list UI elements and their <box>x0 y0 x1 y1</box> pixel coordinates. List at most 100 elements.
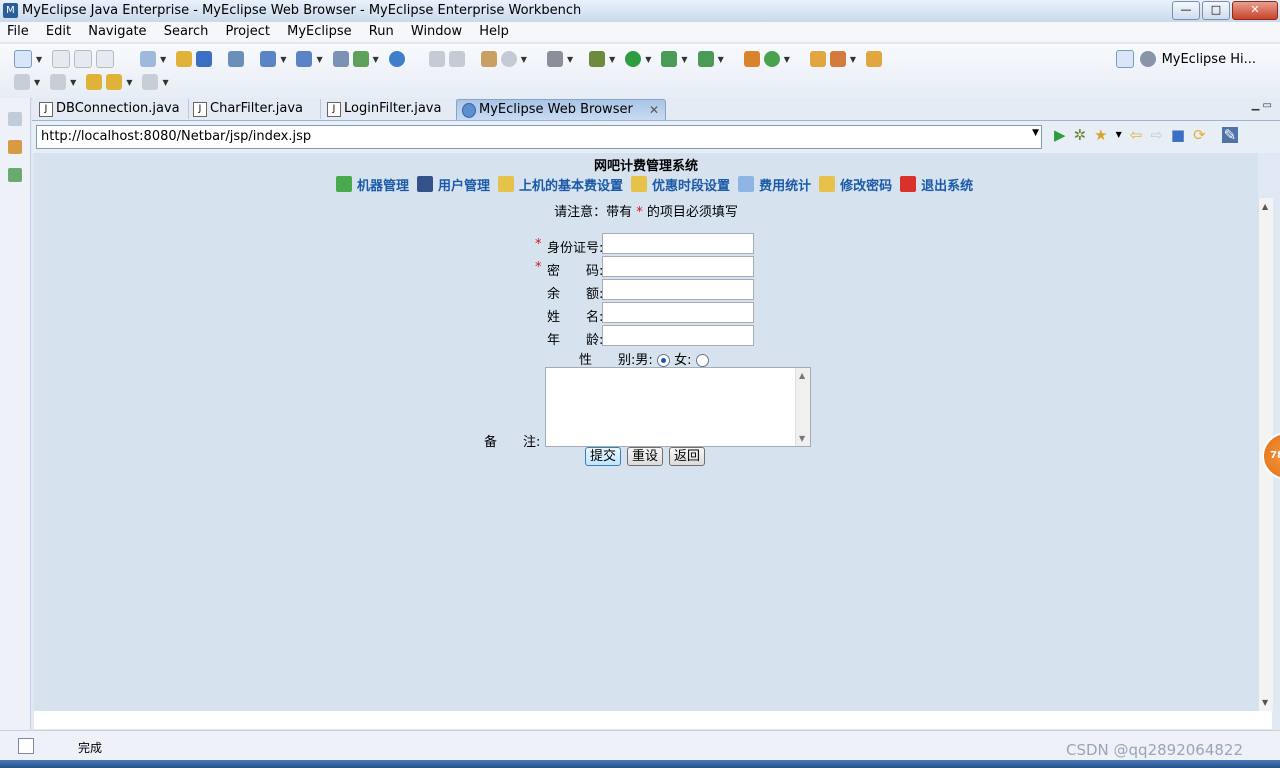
chevron-down-icon[interactable]: ▼ <box>681 55 687 64</box>
stop-icon[interactable]: ■ <box>1171 127 1185 143</box>
profile-icon[interactable] <box>697 51 714 67</box>
male-radio[interactable] <box>656 354 670 367</box>
nav-machine-management[interactable]: 机器管理 <box>357 175 409 194</box>
chevron-down-icon[interactable]: ▼ <box>280 55 286 64</box>
maximize-button[interactable]: □ <box>1202 1 1230 20</box>
cut-icon[interactable] <box>428 51 445 67</box>
scroll-up-icon[interactable]: ▲ <box>799 371 805 380</box>
package-explorer-icon[interactable] <box>8 140 22 154</box>
url-dropdown-icon[interactable]: ▼ <box>1032 128 1039 138</box>
server-icon[interactable] <box>196 51 213 67</box>
export-icon[interactable] <box>352 51 369 67</box>
task-icon[interactable] <box>480 51 497 67</box>
connect-icon[interactable] <box>332 51 349 67</box>
chevron-down-icon[interactable]: ▼ <box>609 55 615 64</box>
new-icon[interactable] <box>14 50 32 68</box>
new-web-project-icon[interactable] <box>140 51 157 67</box>
reset-button[interactable]: 重设 <box>627 447 664 466</box>
password-input[interactable] <box>602 256 754 277</box>
chevron-down-icon[interactable]: ▼ <box>1116 127 1122 143</box>
chevron-down-icon[interactable]: ▼ <box>126 78 132 87</box>
open-perspective-icon[interactable] <box>1115 50 1134 68</box>
back-icon[interactable]: ⇦ <box>1130 127 1143 143</box>
chevron-down-icon[interactable]: ▼ <box>850 55 856 64</box>
globe-icon[interactable] <box>388 51 405 67</box>
age-input[interactable] <box>602 325 754 346</box>
wizard-icon[interactable] <box>260 51 277 67</box>
save-all-icon[interactable] <box>74 50 93 68</box>
chevron-down-icon[interactable]: ▼ <box>160 55 166 64</box>
target-icon[interactable] <box>500 51 517 67</box>
open-folder-icon[interactable] <box>809 51 826 67</box>
last-edit-icon[interactable] <box>86 74 103 90</box>
perspective-switcher[interactable]: MyEclipse Hi... <box>1115 50 1256 68</box>
scroll-down-icon[interactable]: ▼ <box>1262 698 1268 707</box>
female-radio[interactable] <box>695 354 709 367</box>
nav-user-management[interactable]: 用户管理 <box>438 175 490 194</box>
forward-icon[interactable]: ⇨ <box>1150 127 1163 143</box>
prev-annotation-icon[interactable] <box>50 74 67 90</box>
submit-button[interactable]: 提交 <box>585 447 622 466</box>
url-input[interactable] <box>37 126 1025 146</box>
refresh-icon[interactable] <box>763 51 780 67</box>
print-icon[interactable] <box>96 50 115 68</box>
hierarchy-icon[interactable] <box>8 168 22 182</box>
forward-icon[interactable] <box>142 74 159 90</box>
open-type-icon[interactable] <box>866 51 883 67</box>
chevron-down-icon[interactable]: ▼ <box>316 55 322 64</box>
menu-navigate[interactable]: Navigate <box>81 22 152 39</box>
back-button[interactable]: 返回 <box>669 447 706 466</box>
deploy-icon[interactable] <box>176 51 193 67</box>
refresh-icon[interactable]: ⟳ <box>1193 127 1206 143</box>
minimize-view-icon[interactable]: ▁ <box>1252 100 1260 111</box>
menu-edit[interactable]: Edit <box>39 22 77 39</box>
go-icon[interactable]: ▶ <box>1054 127 1066 143</box>
balance-input[interactable] <box>602 279 754 300</box>
tab-dbconnection[interactable]: J DBConnection.java <box>34 99 189 119</box>
tab-loginfilter[interactable]: J LoginFilter.java <box>322 99 457 119</box>
nav-logout[interactable]: 退出系统 <box>921 175 973 194</box>
new-class-icon[interactable] <box>743 51 760 67</box>
chevron-down-icon[interactable]: ▼ <box>521 55 527 64</box>
chevron-down-icon[interactable]: ▼ <box>373 55 379 64</box>
nav-discount-period-settings[interactable]: 优惠时段设置 <box>652 175 730 194</box>
restore-icon[interactable] <box>8 112 22 126</box>
chevron-down-icon[interactable]: ▼ <box>34 78 40 87</box>
next-annotation-icon[interactable] <box>14 74 30 90</box>
run-external-icon[interactable] <box>661 51 678 67</box>
nav-change-password[interactable]: 修改密码 <box>840 175 892 194</box>
back-icon[interactable] <box>106 74 123 90</box>
name-input[interactable] <box>602 302 754 323</box>
paste-icon[interactable] <box>448 51 465 67</box>
chevron-down-icon[interactable]: ▼ <box>718 55 724 64</box>
chevron-down-icon[interactable]: ▼ <box>784 55 790 64</box>
debug-icon[interactable]: ✲ <box>1074 127 1087 143</box>
remark-textarea[interactable]: ▲ ▼ <box>545 367 811 447</box>
nav-basic-fee-settings[interactable]: 上机的基本费设置 <box>519 175 623 194</box>
menu-help[interactable]: Help <box>472 22 515 39</box>
close-tab-icon[interactable]: ✕ <box>649 100 659 120</box>
menu-myeclipse[interactable]: MyEclipse <box>280 22 358 39</box>
maximize-view-icon[interactable]: ▭ <box>1263 100 1272 111</box>
menu-project[interactable]: Project <box>219 22 276 39</box>
id-number-input[interactable] <box>602 233 754 254</box>
menu-window[interactable]: Window <box>404 22 468 39</box>
debug-icon[interactable] <box>589 51 606 67</box>
chevron-down-icon[interactable]: ▼ <box>36 55 42 64</box>
close-window-button[interactable]: ✕ <box>1232 1 1278 20</box>
menu-file[interactable]: File <box>0 22 35 39</box>
tools-icon[interactable]: ✎ <box>1221 127 1239 143</box>
chevron-down-icon[interactable]: ▼ <box>162 78 168 87</box>
camera-icon[interactable] <box>546 51 563 67</box>
favorites-icon[interactable]: ★ <box>1094 127 1107 143</box>
chevron-down-icon[interactable]: ▼ <box>645 55 651 64</box>
tool-icon[interactable] <box>829 51 846 67</box>
tab-charfilter[interactable]: J CharFilter.java <box>188 99 321 119</box>
tab-web-browser[interactable]: MyEclipse Web Browser ✕ <box>456 99 666 120</box>
menu-search[interactable]: Search <box>157 22 215 39</box>
generate-icon[interactable] <box>296 51 313 67</box>
url-field[interactable]: ▼ <box>36 125 1042 149</box>
run-icon[interactable] <box>625 51 642 67</box>
browser-icon[interactable] <box>228 51 245 67</box>
save-icon[interactable] <box>52 50 71 68</box>
